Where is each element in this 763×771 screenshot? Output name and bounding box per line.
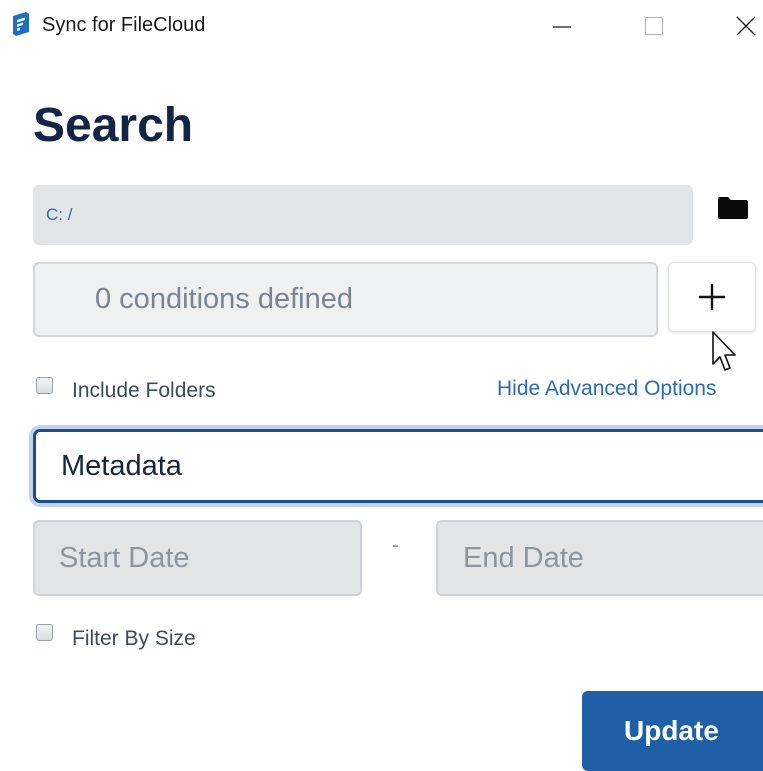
metadata-field[interactable]: Metadata [33, 429, 763, 503]
hide-advanced-options-link[interactable]: Hide Advanced Options [497, 377, 716, 401]
add-condition-button[interactable] [668, 262, 756, 332]
update-button-label: Update [624, 715, 719, 746]
filter-by-size-label: Filter By Size [72, 627, 196, 650]
close-icon [736, 16, 756, 36]
minimize-button[interactable] [536, 0, 588, 52]
browse-folder-button[interactable] [716, 194, 750, 222]
maximize-icon [644, 16, 664, 36]
end-date-placeholder: End Date [463, 541, 584, 574]
folder-icon [718, 197, 748, 219]
window-title: Sync for FileCloud [42, 14, 206, 36]
include-folders-checkbox[interactable] [36, 377, 53, 394]
title-bar: Sync for FileCloud [0, 0, 763, 52]
minimize-icon [553, 26, 571, 28]
filecloud-logo-icon [13, 12, 29, 36]
search-path-field[interactable]: C: / [33, 185, 693, 245]
maximize-button[interactable] [628, 0, 680, 52]
start-date-input[interactable]: Start Date [33, 520, 362, 596]
conditions-summary: 0 conditions defined [95, 283, 353, 315]
update-button[interactable]: Update [582, 691, 763, 771]
end-date-input[interactable]: End Date [436, 520, 763, 596]
conditions-field[interactable]: 0 conditions defined [33, 262, 658, 337]
start-date-placeholder: Start Date [59, 541, 190, 574]
search-path-value: C: / [46, 205, 73, 224]
metadata-value: Metadata [61, 449, 182, 482]
include-folders-label: Include Folders [72, 379, 216, 402]
mouse-cursor-icon [712, 331, 736, 371]
date-range-separator: - [392, 532, 400, 557]
close-button[interactable] [720, 0, 763, 52]
plus-icon [699, 284, 725, 310]
filter-by-size-checkbox[interactable] [36, 624, 53, 641]
page-title: Search [33, 99, 194, 152]
